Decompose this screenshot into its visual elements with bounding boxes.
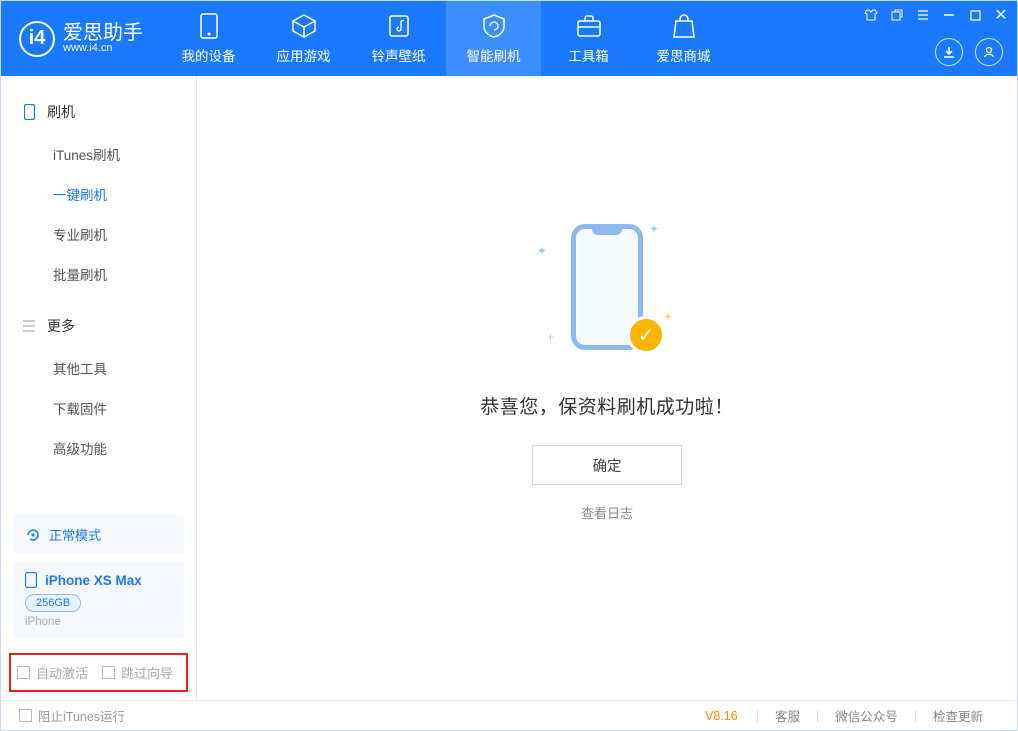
footer-right: V8.16 | 客服 | 微信公众号 | 检查更新 xyxy=(705,706,999,725)
tab-label: 铃声壁纸 xyxy=(372,45,426,65)
device-type: iPhone xyxy=(25,616,172,628)
group-label: 刷机 xyxy=(47,102,75,122)
checkbox-icon xyxy=(17,666,30,679)
logo-area: i4 爱思助手 www.i4.cn xyxy=(1,21,161,57)
app-header: i4 爱思助手 www.i4.cn 我的设备 应用游戏 铃声壁纸 智能刷机 工具… xyxy=(1,1,1017,76)
checkbox-label: 跳过向导 xyxy=(121,663,173,682)
download-button[interactable] xyxy=(935,38,963,66)
wechat-link[interactable]: 微信公众号 xyxy=(819,706,914,725)
device-name-row: iPhone XS Max xyxy=(25,572,172,588)
tab-label: 我的设备 xyxy=(182,45,236,65)
version-label: V8.16 xyxy=(705,709,738,723)
support-link[interactable]: 客服 xyxy=(759,706,816,725)
options-highlight-box: 自动激活 跳过向导 xyxy=(9,653,188,692)
tab-apps-games[interactable]: 应用游戏 xyxy=(256,1,351,76)
header-right-icons xyxy=(935,38,1003,66)
checkbox-label: 阻止iTunes运行 xyxy=(38,706,125,725)
device-capacity: 256GB xyxy=(25,594,81,612)
sidebar-item-other-tools[interactable]: 其他工具 xyxy=(1,348,196,388)
main-content: ✦ ✦ + ✦ ✓ 恭喜您，保资料刷机成功啦！ 确定 查看日志 xyxy=(197,76,1017,700)
success-message: 恭喜您，保资料刷机成功啦！ xyxy=(480,392,734,419)
music-icon xyxy=(386,13,412,39)
mode-label: 正常模式 xyxy=(49,525,101,544)
window-controls: ✕ xyxy=(863,7,1009,23)
checkbox-label: 自动激活 xyxy=(36,663,88,682)
sidebar-item-adv-func[interactable]: 高级功能 xyxy=(1,428,196,468)
sparkle-icon: ✦ xyxy=(649,222,659,236)
success-illustration: ✦ ✦ + ✦ ✓ xyxy=(517,214,697,374)
checkbox-auto-activate[interactable]: 自动激活 xyxy=(17,663,88,682)
logo-text: 爱思助手 www.i4.cn xyxy=(63,23,143,54)
sparkle-icon: ✦ xyxy=(537,244,547,258)
view-log-link[interactable]: 查看日志 xyxy=(581,503,633,522)
check-update-link[interactable]: 检查更新 xyxy=(917,706,999,725)
sidebar-group-flash: 刷机 xyxy=(1,96,196,128)
briefcase-icon xyxy=(576,13,602,39)
tab-label: 工具箱 xyxy=(568,45,609,65)
tab-my-device[interactable]: 我的设备 xyxy=(161,1,256,76)
sparkle-icon: ✦ xyxy=(663,310,673,324)
menu-icon[interactable] xyxy=(915,7,931,23)
checkbox-icon xyxy=(102,666,115,679)
detach-icon[interactable] xyxy=(889,7,905,23)
logo-icon: i4 xyxy=(19,21,55,57)
tab-smart-flash[interactable]: 智能刷机 xyxy=(446,1,541,76)
sidebar-group-more: 更多 xyxy=(1,310,196,342)
device-name: iPhone XS Max xyxy=(45,573,142,588)
sidebar-item-batch-flash[interactable]: 批量刷机 xyxy=(1,254,196,294)
tab-store[interactable]: 爱思商城 xyxy=(636,1,731,76)
device-panel: 正常模式 iPhone XS Max 256GB iPhone xyxy=(13,515,184,638)
check-badge-icon: ✓ xyxy=(627,316,665,354)
nav-tabs: 我的设备 应用游戏 铃声壁纸 智能刷机 工具箱 爱思商城 xyxy=(161,1,731,76)
tab-label: 爱思商城 xyxy=(657,45,711,65)
list-icon xyxy=(21,318,37,334)
checkbox-icon xyxy=(19,709,32,722)
maximize-button[interactable] xyxy=(967,7,983,23)
sidebar: 刷机 iTunes刷机 一键刷机 专业刷机 批量刷机 更多 其他工具 下载固件 … xyxy=(1,76,197,700)
device-mode-card[interactable]: 正常模式 xyxy=(13,515,184,554)
tab-ringtones[interactable]: 铃声壁纸 xyxy=(351,1,446,76)
bag-icon xyxy=(671,13,697,39)
device-info-card[interactable]: iPhone XS Max 256GB iPhone xyxy=(13,562,184,638)
close-button[interactable]: ✕ xyxy=(993,7,1009,23)
confirm-button[interactable]: 确定 xyxy=(532,445,682,485)
sparkle-icon: + xyxy=(547,330,554,344)
refresh-shield-icon xyxy=(481,13,507,39)
sidebar-item-download-fw[interactable]: 下载固件 xyxy=(1,388,196,428)
tab-toolbox[interactable]: 工具箱 xyxy=(541,1,636,76)
app-name-en: www.i4.cn xyxy=(63,43,143,54)
tab-label: 智能刷机 xyxy=(467,45,521,65)
cube-icon xyxy=(291,13,317,39)
refresh-icon xyxy=(25,527,41,543)
checkbox-skip-guide[interactable]: 跳过向导 xyxy=(102,663,173,682)
tshirt-icon[interactable] xyxy=(863,7,879,23)
phone-icon xyxy=(196,13,222,39)
group-label: 更多 xyxy=(47,316,75,336)
app-name-cn: 爱思助手 xyxy=(63,23,143,43)
checkbox-block-itunes[interactable]: 阻止iTunes运行 xyxy=(19,706,125,725)
phone-small-icon xyxy=(21,104,37,120)
device-phone-icon xyxy=(25,572,37,588)
sidebar-item-oneclick-flash[interactable]: 一键刷机 xyxy=(1,174,196,214)
body-area: 刷机 iTunes刷机 一键刷机 专业刷机 批量刷机 更多 其他工具 下载固件 … xyxy=(1,76,1017,700)
minimize-button[interactable] xyxy=(941,7,957,23)
sidebar-item-itunes-flash[interactable]: iTunes刷机 xyxy=(1,134,196,174)
sidebar-item-pro-flash[interactable]: 专业刷机 xyxy=(1,214,196,254)
tab-label: 应用游戏 xyxy=(277,45,331,65)
footer: 阻止iTunes运行 V8.16 | 客服 | 微信公众号 | 检查更新 xyxy=(1,700,1017,730)
user-button[interactable] xyxy=(975,38,1003,66)
